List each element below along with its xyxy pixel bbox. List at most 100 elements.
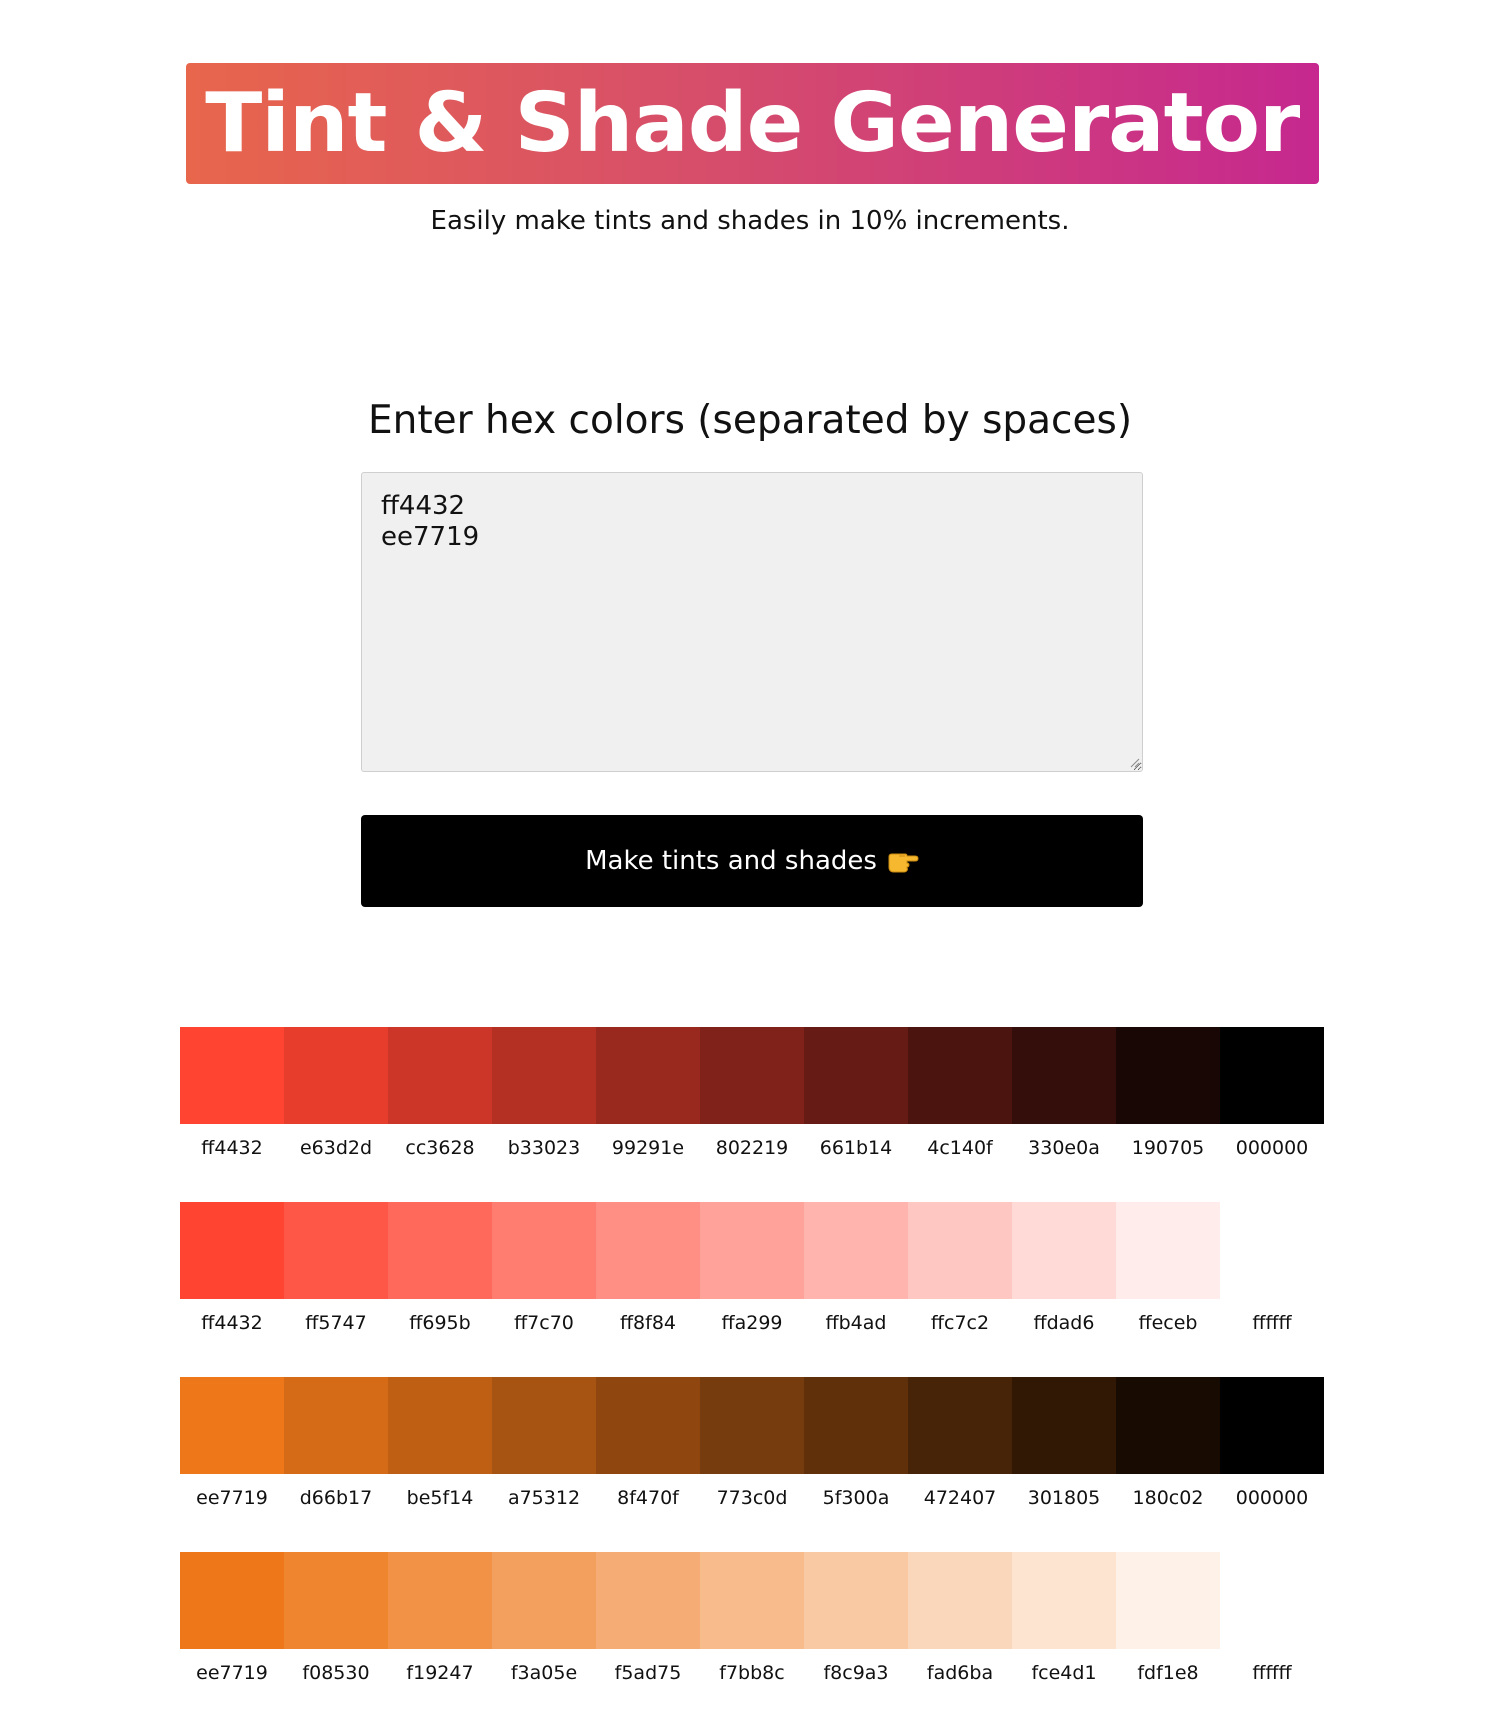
color-swatch[interactable]: e63d2d — [284, 1027, 388, 1202]
swatch-color-block[interactable] — [492, 1027, 596, 1124]
color-swatch[interactable]: ffeceb — [1116, 1202, 1220, 1377]
color-swatch[interactable]: 190705 — [1116, 1027, 1220, 1202]
swatch-hex-label: fce4d1 — [1031, 1662, 1097, 1684]
color-swatch[interactable]: ee7719 — [180, 1377, 284, 1552]
swatch-color-block[interactable] — [388, 1552, 492, 1649]
color-swatch[interactable]: d66b17 — [284, 1377, 388, 1552]
make-tints-and-shades-button[interactable]: Make tints and shades — [361, 815, 1143, 907]
swatch-color-block[interactable] — [804, 1377, 908, 1474]
color-swatch[interactable]: ffffff — [1220, 1202, 1324, 1377]
color-swatch[interactable]: ffdad6 — [1012, 1202, 1116, 1377]
color-swatch[interactable]: fdf1e8 — [1116, 1552, 1220, 1727]
color-swatch[interactable]: 802219 — [700, 1027, 804, 1202]
swatch-color-block[interactable] — [284, 1377, 388, 1474]
swatch-color-block[interactable] — [284, 1027, 388, 1124]
swatch-color-block[interactable] — [700, 1377, 804, 1474]
color-swatch[interactable]: 773c0d — [700, 1377, 804, 1552]
swatch-color-block[interactable] — [180, 1027, 284, 1124]
swatch-color-block[interactable] — [700, 1552, 804, 1649]
swatch-color-block[interactable] — [596, 1377, 700, 1474]
color-swatch[interactable]: ffc7c2 — [908, 1202, 1012, 1377]
color-swatch[interactable]: fad6ba — [908, 1552, 1012, 1727]
color-swatch[interactable]: 661b14 — [804, 1027, 908, 1202]
swatch-color-block[interactable] — [1116, 1377, 1220, 1474]
color-swatch[interactable]: 000000 — [1220, 1377, 1324, 1552]
swatch-color-block[interactable] — [1220, 1202, 1324, 1299]
color-swatch[interactable]: f7bb8c — [700, 1552, 804, 1727]
color-swatch[interactable]: a75312 — [492, 1377, 596, 1552]
color-swatch[interactable]: ff5747 — [284, 1202, 388, 1377]
color-swatch[interactable]: f8c9a3 — [804, 1552, 908, 1727]
color-swatch[interactable]: ffb4ad — [804, 1202, 908, 1377]
color-swatch[interactable]: 301805 — [1012, 1377, 1116, 1552]
page-title: Tint & Shade Generator — [205, 76, 1301, 171]
color-swatch[interactable]: be5f14 — [388, 1377, 492, 1552]
color-swatch[interactable]: fce4d1 — [1012, 1552, 1116, 1727]
swatch-color-block[interactable] — [388, 1202, 492, 1299]
swatch-color-block[interactable] — [1012, 1552, 1116, 1649]
swatch-color-block[interactable] — [1220, 1552, 1324, 1649]
swatch-color-block[interactable] — [596, 1552, 700, 1649]
color-swatch[interactable]: ff4432 — [180, 1027, 284, 1202]
swatch-color-block[interactable] — [1012, 1377, 1116, 1474]
swatch-color-block[interactable] — [908, 1552, 1012, 1649]
color-swatch[interactable]: ff695b — [388, 1202, 492, 1377]
swatch-color-block[interactable] — [596, 1027, 700, 1124]
swatch-color-block[interactable] — [804, 1552, 908, 1649]
swatch-color-block[interactable] — [1116, 1027, 1220, 1124]
swatch-color-block[interactable] — [908, 1377, 1012, 1474]
swatch-color-block[interactable] — [492, 1202, 596, 1299]
color-swatch[interactable]: f3a05e — [492, 1552, 596, 1727]
color-swatch[interactable]: ff4432 — [180, 1202, 284, 1377]
color-swatch[interactable]: ff8f84 — [596, 1202, 700, 1377]
swatch-color-block[interactable] — [492, 1552, 596, 1649]
hex-colors-input[interactable] — [361, 472, 1143, 772]
swatch-hex-label: 180c02 — [1132, 1487, 1204, 1509]
color-swatch[interactable]: 8f470f — [596, 1377, 700, 1552]
swatch-hex-label: ffb4ad — [825, 1312, 887, 1334]
color-swatch[interactable]: f19247 — [388, 1552, 492, 1727]
swatch-color-block[interactable] — [1012, 1027, 1116, 1124]
swatch-color-block[interactable] — [1116, 1202, 1220, 1299]
swatch-color-block[interactable] — [180, 1552, 284, 1649]
swatch-color-block[interactable] — [804, 1027, 908, 1124]
swatch-hex-label: f3a05e — [510, 1662, 578, 1684]
swatch-hex-label: ff4432 — [201, 1312, 263, 1334]
swatch-color-block[interactable] — [700, 1202, 804, 1299]
color-swatch[interactable]: ffffff — [1220, 1552, 1324, 1727]
color-swatch[interactable]: f08530 — [284, 1552, 388, 1727]
swatch-color-block[interactable] — [1012, 1202, 1116, 1299]
swatch-color-block[interactable] — [180, 1202, 284, 1299]
color-swatch[interactable]: cc3628 — [388, 1027, 492, 1202]
swatch-color-block[interactable] — [180, 1377, 284, 1474]
title-banner: Tint & Shade Generator — [186, 63, 1319, 184]
color-swatch[interactable]: 4c140f — [908, 1027, 1012, 1202]
swatch-color-block[interactable] — [388, 1027, 492, 1124]
color-swatch[interactable]: ff7c70 — [492, 1202, 596, 1377]
swatch-color-block[interactable] — [908, 1202, 1012, 1299]
color-swatch[interactable]: f5ad75 — [596, 1552, 700, 1727]
color-swatch[interactable]: 180c02 — [1116, 1377, 1220, 1552]
swatch-color-block[interactable] — [492, 1377, 596, 1474]
swatch-hex-label: ffeceb — [1138, 1312, 1198, 1334]
color-swatch[interactable]: 472407 — [908, 1377, 1012, 1552]
swatch-color-block[interactable] — [284, 1202, 388, 1299]
swatch-color-block[interactable] — [1116, 1552, 1220, 1649]
color-swatch[interactable]: 5f300a — [804, 1377, 908, 1552]
color-swatch[interactable]: 000000 — [1220, 1027, 1324, 1202]
swatch-color-block[interactable] — [804, 1202, 908, 1299]
color-swatch[interactable]: ee7719 — [180, 1552, 284, 1727]
resize-grip-icon[interactable] — [1130, 758, 1140, 768]
swatch-color-block[interactable] — [284, 1552, 388, 1649]
swatch-color-block[interactable] — [388, 1377, 492, 1474]
swatch-color-block[interactable] — [1220, 1027, 1324, 1124]
color-swatch[interactable]: 99291e — [596, 1027, 700, 1202]
color-swatch[interactable]: ffa299 — [700, 1202, 804, 1377]
color-swatch[interactable]: b33023 — [492, 1027, 596, 1202]
swatch-color-block[interactable] — [1220, 1377, 1324, 1474]
swatch-color-block[interactable] — [596, 1202, 700, 1299]
color-swatch[interactable]: 330e0a — [1012, 1027, 1116, 1202]
swatch-color-block[interactable] — [700, 1027, 804, 1124]
swatch-hex-label: ffc7c2 — [930, 1312, 990, 1334]
swatch-color-block[interactable] — [908, 1027, 1012, 1124]
